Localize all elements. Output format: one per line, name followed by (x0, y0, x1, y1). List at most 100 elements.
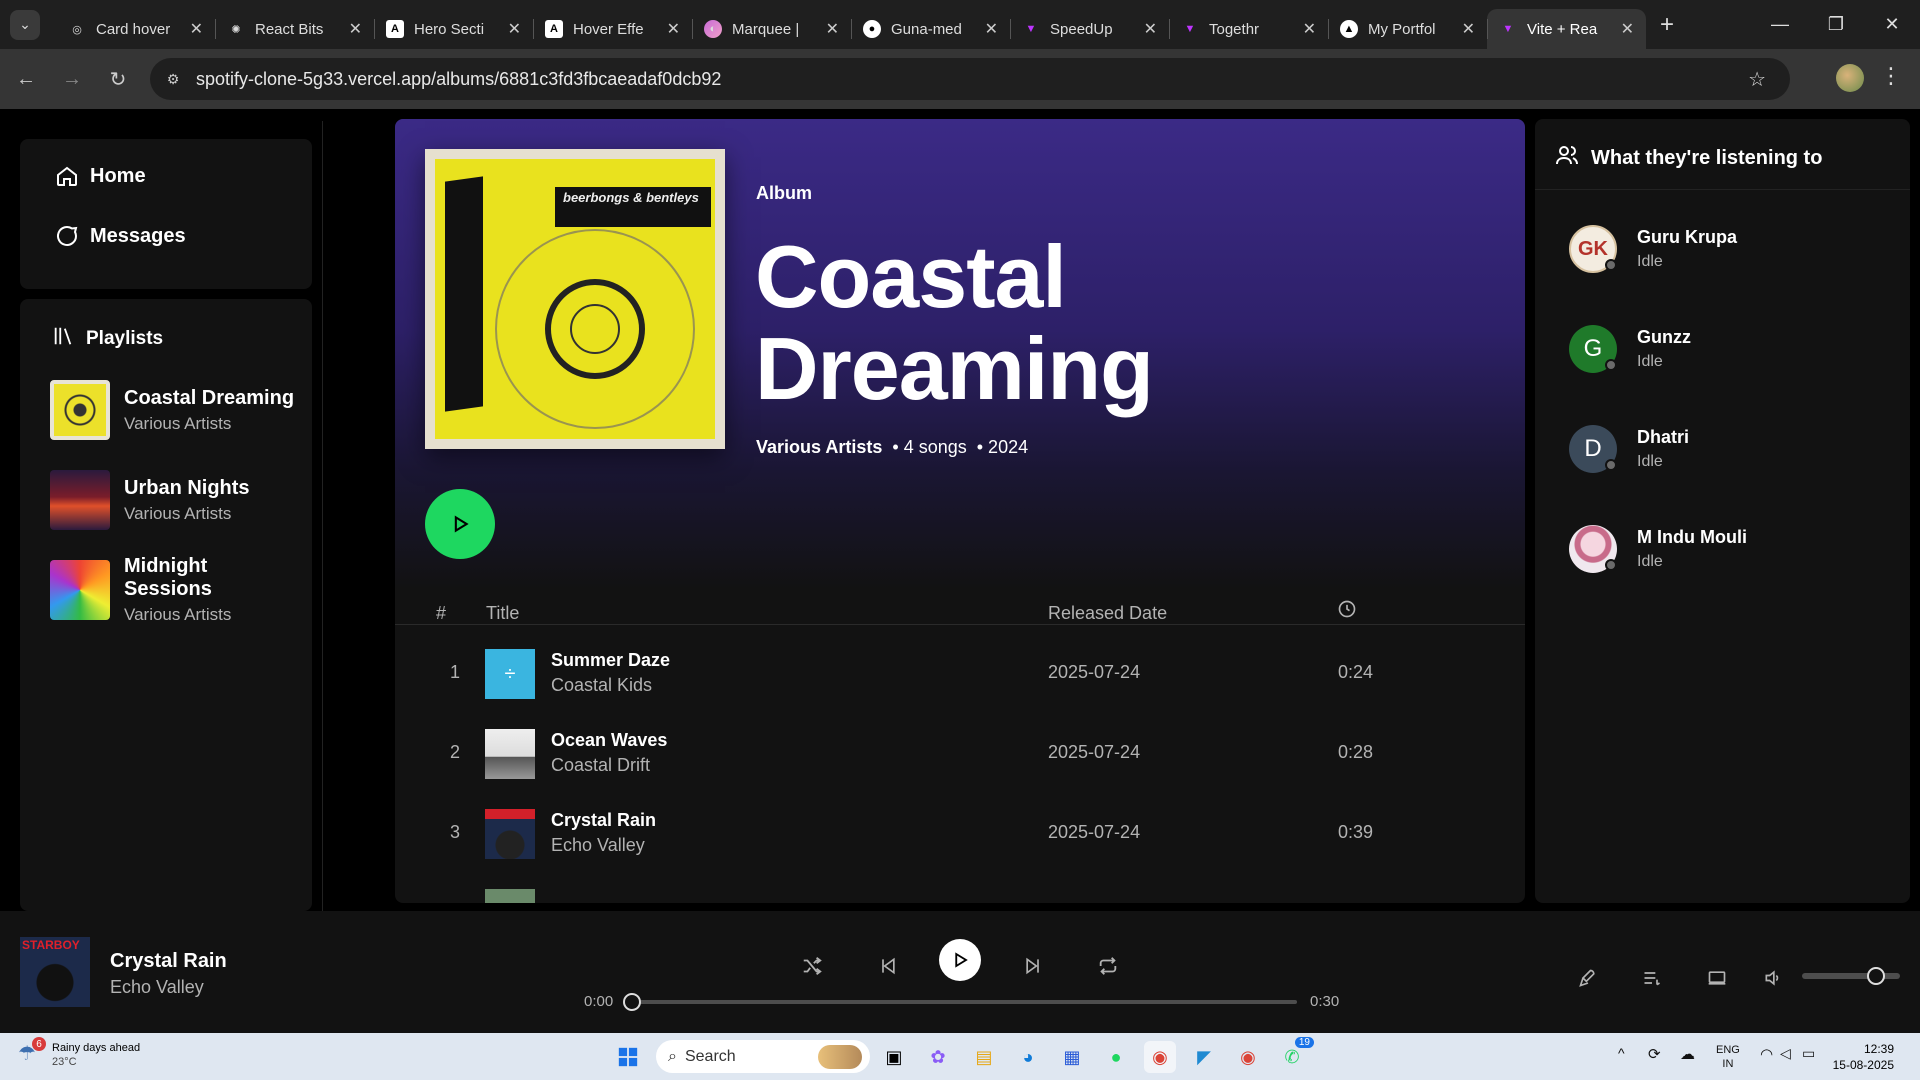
more-menu-icon[interactable]: ⋮ (1880, 63, 1902, 89)
repeat-icon[interactable] (1091, 949, 1125, 983)
browser-tab[interactable]: A Hero Secti ✕ (374, 9, 533, 49)
friend-item[interactable]: D Dhatri Idle (1569, 425, 1889, 475)
tab-search-button[interactable]: ⌄ (10, 9, 40, 40)
album-cover: beerbongs & bentleys (425, 149, 725, 449)
close-icon[interactable]: ✕ (1303, 19, 1316, 39)
browser-tab[interactable]: ▼ Togethr ✕ (1169, 9, 1328, 49)
browser-tab[interactable]: ◐ Marquee | ✕ (692, 9, 851, 49)
url-text[interactable]: spotify-clone-5g33.vercel.app/albums/688… (196, 69, 721, 90)
edge-icon[interactable]: ◕ (1012, 1041, 1044, 1073)
copilot-icon[interactable]: ✿ (922, 1041, 954, 1073)
album-view: beerbongs & bentleys Album Coastal Dream… (395, 119, 1525, 903)
spotify-icon[interactable]: ● (1100, 1041, 1132, 1073)
close-icon[interactable]: ✕ (826, 19, 839, 39)
home-icon (54, 163, 80, 189)
file-explorer-icon[interactable]: ▤ (968, 1041, 1000, 1073)
reload-icon[interactable]: ↻ (98, 59, 138, 99)
forward-icon[interactable]: → (52, 59, 92, 99)
progress-bar[interactable] (623, 993, 1297, 1011)
close-window-icon[interactable]: ✕ (1864, 0, 1920, 49)
sync-icon[interactable]: ⟳ (1648, 1045, 1661, 1063)
browser-tab[interactable]: ✺ React Bits ✕ (215, 9, 374, 49)
close-icon[interactable]: ✕ (1621, 19, 1634, 39)
browser-tab-active[interactable]: ▼ Vite + Rea ✕ (1487, 9, 1646, 49)
tray-overflow-icon[interactable]: ^ (1618, 1045, 1625, 1061)
new-tab-button[interactable]: + (1660, 11, 1674, 39)
mic-icon[interactable] (1573, 963, 1603, 993)
sidebar-divider (322, 121, 323, 911)
system-clock[interactable]: 12:39 15-08-2025 (1833, 1041, 1894, 1073)
track-row[interactable]: 1 ÷ Summer Daze Coastal Kids 2025-07-24 … (395, 642, 1525, 706)
close-icon[interactable]: ✕ (349, 19, 362, 39)
playlist-item[interactable]: Coastal Dreaming Various Artists (50, 379, 300, 441)
profile-avatar[interactable] (1836, 64, 1864, 92)
task-view-icon[interactable]: ▣ (878, 1041, 910, 1073)
volume-slider[interactable] (1802, 967, 1900, 985)
close-icon[interactable]: ✕ (985, 19, 998, 39)
browser-tab[interactable]: ▼ SpeedUp ✕ (1010, 9, 1169, 49)
taskbar-search-field[interactable]: ⌕ Search (656, 1040, 870, 1073)
shuffle-icon[interactable] (795, 949, 829, 983)
browser-tab[interactable]: ◎ Card hover ✕ (56, 9, 215, 49)
browser-tab[interactable]: ▲ My Portfol ✕ (1328, 9, 1487, 49)
previous-icon[interactable] (871, 949, 905, 983)
track-title: Crystal Rain (551, 810, 657, 830)
close-icon[interactable]: ✕ (190, 19, 203, 39)
progress-handle[interactable] (623, 993, 641, 1011)
track-row[interactable]: 3 Crystal Rain Echo Valley 2025-07-24 0:… (395, 802, 1525, 866)
volume-icon[interactable] (1758, 963, 1788, 993)
close-icon[interactable]: ✕ (1144, 19, 1157, 39)
battery-icon[interactable]: ▭ (1802, 1045, 1815, 1062)
wifi-icon[interactable]: ◠ (1760, 1045, 1773, 1063)
weather-widget[interactable]: ☂ 6 Rainy days ahead 23°C (18, 1037, 140, 1069)
url-field[interactable]: ⚙ spotify-clone-5g33.vercel.app/albums/6… (150, 58, 1790, 100)
close-icon[interactable]: ✕ (667, 19, 680, 39)
bookmark-star-icon[interactable]: ☆ (1748, 67, 1766, 92)
chrome-icon[interactable]: ◉ (1144, 1041, 1176, 1073)
tab-label: React Bits (255, 20, 324, 38)
album-cover-text: beerbongs & bentleys (563, 190, 699, 205)
minimize-icon[interactable]: — (1752, 0, 1808, 49)
nav-home-label: Home (90, 164, 146, 187)
restore-icon[interactable]: ❐ (1808, 0, 1864, 49)
now-playing-title[interactable]: Crystal Rain (110, 950, 227, 973)
friend-item[interactable]: M Indu Mouli Idle (1569, 525, 1889, 575)
friend-item[interactable]: GK Guru Krupa Idle (1569, 225, 1889, 275)
onedrive-icon[interactable]: ☁ (1680, 1045, 1695, 1063)
os-taskbar: ☂ 6 Rainy days ahead 23°C ⌕ Search ▣ ✿ ▤ … (0, 1033, 1920, 1080)
playlist-item[interactable]: Urban Nights Various Artists (50, 469, 300, 531)
album-artist[interactable]: Various Artists (756, 437, 882, 458)
whatsapp-icon[interactable]: ✆ 19 (1276, 1037, 1314, 1073)
track-row[interactable]: 2 Ocean Waves Coastal Drift 2025-07-24 0… (395, 722, 1525, 786)
windows-start-icon[interactable] (612, 1041, 644, 1073)
track-row-partial[interactable] (395, 882, 1525, 903)
language-indicator[interactable]: ENG IN (1716, 1043, 1740, 1071)
volume-handle[interactable] (1866, 967, 1885, 985)
close-icon[interactable]: ✕ (508, 19, 521, 39)
tab-label: Hover Effe (573, 20, 644, 38)
speaker-icon[interactable]: ◁ (1780, 1045, 1791, 1062)
site-info-icon[interactable]: ⚙ (158, 64, 188, 94)
friend-item[interactable]: G Gunzz Idle (1569, 325, 1889, 375)
play-album-button[interactable] (425, 489, 495, 559)
next-icon[interactable] (1016, 949, 1050, 983)
back-icon[interactable]: ← (6, 59, 46, 99)
play-pause-button[interactable] (939, 939, 981, 981)
playlist-subtitle: Various Artists (124, 413, 232, 433)
browser-tab[interactable]: A Hover Effe ✕ (533, 9, 692, 49)
chrome-profile-icon[interactable]: ◉ (1232, 1041, 1264, 1073)
vscode-icon[interactable]: ◤ (1188, 1041, 1220, 1073)
track-artist[interactable]: Coastal Drift (551, 755, 650, 776)
track-artist[interactable]: Echo Valley (551, 835, 645, 856)
store-icon[interactable]: ▦ (1056, 1041, 1088, 1073)
album-song-count: • 4 songs (892, 437, 967, 457)
nav-messages[interactable]: Messages (54, 223, 186, 249)
device-icon[interactable] (1702, 963, 1732, 993)
playlist-item[interactable]: Midnight Sessions Various Artists (50, 555, 300, 624)
queue-icon[interactable] (1637, 963, 1667, 993)
track-artist[interactable]: Coastal Kids (551, 675, 652, 696)
now-playing-artist[interactable]: Echo Valley (110, 977, 204, 998)
browser-tab[interactable]: ● Guna-med ✕ (851, 9, 1010, 49)
close-icon[interactable]: ✕ (1462, 19, 1475, 39)
nav-home[interactable]: Home (54, 163, 146, 189)
